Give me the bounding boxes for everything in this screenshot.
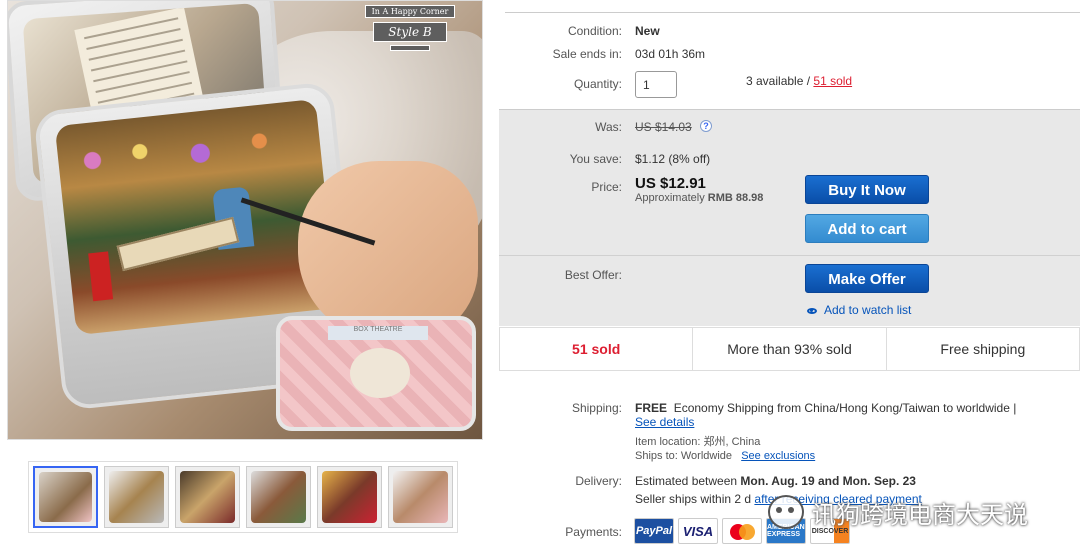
thumbnail[interactable] (246, 466, 312, 528)
thumbnail[interactable] (388, 466, 454, 528)
percent-sold: More than 93% sold (693, 328, 887, 370)
top-divider (505, 12, 1080, 13)
style-badge: In A Happy Corner Style B (350, 1, 470, 71)
delivery-dates: Mon. Aug. 19 and Mon. Sep. 23 (740, 474, 916, 488)
buy-it-now-button[interactable]: Buy It Now (805, 175, 929, 204)
sold-link[interactable]: 51 sold (813, 74, 852, 88)
paypal-logo: PayPal (634, 518, 674, 544)
quantity-label: Quantity: (573, 77, 622, 91)
flower-decor (66, 118, 310, 183)
see-details-link[interactable]: See details (635, 415, 694, 429)
watermark: 讯狗跨境电商大天说 (768, 492, 1080, 532)
red-phonebox (88, 251, 114, 302)
approx-price: Approximately RMB 88.98 (635, 192, 763, 204)
price-label: Price: (591, 180, 622, 194)
was-price: US $14.03 (635, 120, 692, 134)
shipping-desc: Economy Shipping from China/Hong Kong/Ta… (673, 401, 1017, 415)
watermark-text: 讯狗跨境电商大天说 (812, 500, 1028, 529)
ships-to-text: Ships to: Worldwide (635, 450, 733, 462)
badge-style: Style B (373, 22, 447, 42)
pink-gift-box: BOX THEATRE (276, 316, 476, 431)
approx-rmb: RMB 88.98 (707, 192, 764, 204)
condition-label: Condition: (567, 24, 622, 38)
see-exclusions-link[interactable]: See exclusions (741, 450, 815, 462)
item-location: Item location: 郑州, China (635, 436, 761, 448)
add-to-cart-button[interactable]: Add to cart (805, 214, 929, 243)
thumbnail[interactable] (317, 466, 383, 528)
thumbnail[interactable] (104, 466, 170, 528)
ships-to: Ships to: Worldwide See exclusions (635, 450, 815, 462)
payments-label: Payments: (565, 525, 622, 539)
help-icon[interactable]: ? (700, 120, 712, 132)
condition-value: New (635, 24, 660, 38)
box-label: BOX THEATRE (328, 326, 428, 340)
visa-logo: VISA (678, 518, 718, 544)
shipping-line: FREE Economy Shipping from China/Hong Ko… (635, 401, 1016, 415)
thumbnail[interactable] (33, 466, 99, 528)
badge-title: In A Happy Corner (364, 5, 456, 18)
watch-list-label: Add to watch list (824, 303, 912, 317)
hand (298, 161, 478, 341)
make-offer-button[interactable]: Make Offer (805, 264, 929, 293)
eye-icon (807, 307, 817, 314)
delivery-label: Delivery: (575, 474, 622, 488)
mastercard-logo (722, 518, 762, 544)
shipping-free: FREE (635, 401, 668, 415)
seller-ships-text: Seller ships within 2 d (635, 492, 752, 506)
delivery-prefix: Estimated between (635, 474, 738, 488)
sold-count: 51 sold (500, 328, 694, 370)
sale-ends-value: 03d 01h 36m (635, 47, 706, 61)
delivery-estimate: Estimated between Mon. Aug. 19 and Mon. … (635, 474, 916, 488)
shipping-label: Shipping: (571, 401, 622, 415)
best-offer-label: Best Offer: (564, 268, 622, 282)
wechat-icon (768, 495, 804, 529)
add-to-watch-list-link[interactable]: Add to watch list (807, 303, 911, 317)
quantity-input[interactable] (635, 71, 677, 98)
thumbnail[interactable] (175, 466, 241, 528)
box-illustration (350, 348, 410, 398)
sale-ends-label: Sale ends in: (552, 47, 622, 61)
was-label: Was: (595, 120, 622, 134)
panel-divider (499, 255, 1080, 256)
stats-bar: 51 sold More than 93% sold Free shipping (499, 327, 1080, 371)
approx-prefix: Approximately (635, 192, 705, 204)
you-save-value: $1.12 (8% off) (635, 152, 711, 166)
free-shipping-badge: Free shipping (940, 341, 1026, 357)
badge-ribbon (390, 45, 430, 51)
product-main-image[interactable]: BOX THEATRE In A Happy Corner Style B (7, 0, 483, 440)
you-save-label: You save: (569, 152, 622, 166)
thumbnail-strip (28, 461, 458, 533)
price-value: US $12.91 (635, 175, 706, 192)
buy-panel (499, 109, 1080, 326)
availability-text: 3 available / 51 sold (746, 74, 852, 88)
available-count: 3 available / (746, 74, 814, 88)
